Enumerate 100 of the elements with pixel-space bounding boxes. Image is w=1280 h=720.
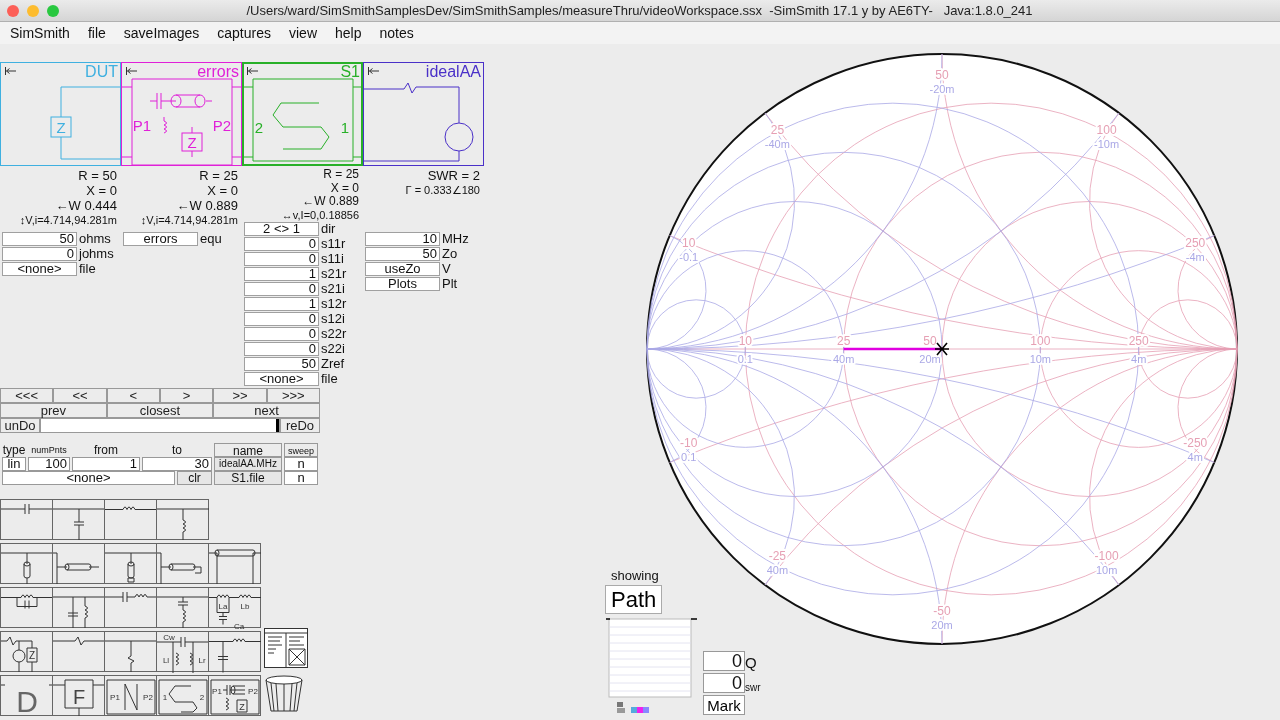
q-field[interactable]: 0: [703, 651, 745, 671]
palette-tile[interactable]: Cw Ll Lr: [156, 631, 209, 672]
shunt-line-icon: [0, 552, 54, 585]
susceptance-label: -0.1: [679, 251, 699, 264]
type-button[interactable]: lin: [2, 457, 26, 471]
notes-icon[interactable]: [264, 628, 308, 668]
palette-tile[interactable]: [156, 587, 209, 628]
palette-tile[interactable]: [52, 499, 105, 540]
trash-icon[interactable]: [264, 674, 304, 714]
susceptance-label: 4m: [1187, 450, 1203, 463]
choice-button[interactable]: <none>: [2, 262, 77, 276]
series-capacitor-icon: [0, 503, 54, 515]
step-button[interactable]: >: [160, 388, 214, 403]
unit-label: Q: [745, 654, 757, 671]
component-label: Ll: [162, 655, 170, 665]
value-field[interactable]: 0: [244, 342, 319, 356]
palette-tile[interactable]: [208, 543, 261, 584]
menu-item[interactable]: SimSmith: [1, 25, 79, 41]
choice-button[interactable]: errors: [123, 232, 198, 246]
menu-item[interactable]: saveImages: [114, 25, 209, 41]
history-slider[interactable]: [40, 418, 280, 433]
step-button[interactable]: <: [106, 388, 160, 403]
palette-tile[interactable]: [208, 631, 261, 672]
choice-button[interactable]: <none>: [244, 372, 319, 386]
choice-button[interactable]: Plots: [365, 277, 440, 291]
conductance-label: 20m: [919, 353, 941, 365]
conductance-label: 10m: [1029, 353, 1052, 365]
sweep-flag-cell[interactable]: n: [284, 471, 318, 485]
value-field[interactable]: 50: [244, 357, 319, 371]
choice-button[interactable]: 2 <> 1: [244, 222, 319, 236]
value-field[interactable]: 1: [244, 297, 319, 311]
arrow-to-bar-icon[interactable]: [126, 67, 137, 75]
arrow-to-bar-icon[interactable]: [247, 67, 258, 75]
palette-tile[interactable]: [104, 631, 157, 672]
to-field[interactable]: 30: [142, 457, 212, 471]
points-field[interactable]: 100: [28, 457, 70, 471]
column-header: type: [2, 443, 26, 457]
history-thumb[interactable]: [276, 419, 279, 432]
palette-tile[interactable]: [0, 587, 53, 628]
unit-label: s12i: [320, 312, 345, 326]
value-field[interactable]: 0: [244, 237, 319, 251]
swr-field[interactable]: 0: [703, 673, 745, 693]
sweep-name-cell: idealAA.MHz: [214, 457, 282, 471]
menu-item[interactable]: file: [78, 25, 115, 41]
palette-tile[interactable]: [52, 543, 105, 584]
choice-button[interactable]: useZo: [365, 262, 440, 276]
palette-tile[interactable]: [104, 499, 157, 540]
palette-tile[interactable]: [156, 543, 209, 584]
close-icon[interactable]: [7, 4, 19, 17]
value-field[interactable]: 1: [244, 267, 319, 281]
sweep-name-cell: S1.file: [214, 471, 282, 485]
step-button[interactable]: <<<: [0, 388, 54, 403]
palette-tile[interactable]: Z: [0, 631, 53, 672]
from-field[interactable]: 1: [72, 457, 140, 471]
jump-button[interactable]: closest: [106, 403, 214, 418]
shunt-lc-icon: [52, 596, 106, 629]
palette-tile[interactable]: [0, 499, 53, 540]
step-button[interactable]: >>>: [266, 388, 320, 403]
menu-item[interactable]: help: [326, 25, 371, 41]
mark-button[interactable]: Mark: [703, 695, 745, 715]
source-block[interactable]: idealAA: [363, 62, 484, 166]
step-button[interactable]: <<: [53, 388, 107, 403]
redo-button[interactable]: reDo: [280, 418, 320, 433]
value-field[interactable]: 0: [244, 282, 319, 296]
value-field[interactable]: 0: [244, 312, 319, 326]
file-choice[interactable]: <none>: [2, 471, 175, 485]
menu-item[interactable]: view: [280, 25, 326, 41]
sweep-flag-cell[interactable]: n: [284, 457, 318, 471]
palette-tile[interactable]: P1 P2: [104, 675, 157, 716]
value-field[interactable]: 50: [365, 247, 440, 261]
readout: ↔v,I=0,0.18856: [281, 208, 359, 222]
reactance-label: 50: [935, 67, 949, 82]
arrow-to-bar-icon[interactable]: [5, 67, 16, 75]
arrow-to-bar-icon[interactable]: [368, 67, 379, 75]
value-field[interactable]: 0: [2, 247, 77, 261]
palette-tile[interactable]: [104, 543, 157, 584]
palette-tile[interactable]: [52, 631, 105, 672]
value-field[interactable]: 10: [365, 232, 440, 246]
palette-tile[interactable]: F: [52, 675, 105, 716]
menu-item[interactable]: captures: [208, 25, 280, 41]
palette-tile[interactable]: [104, 587, 157, 628]
value-field[interactable]: 50: [2, 232, 77, 246]
readout: X = 0: [207, 183, 238, 198]
menu-item[interactable]: notes: [370, 25, 423, 41]
value-field[interactable]: 0: [244, 252, 319, 266]
reactance-label: -250: [1183, 435, 1208, 450]
palette-tile[interactable]: [0, 543, 53, 584]
step-button[interactable]: >>: [213, 388, 267, 403]
jump-button[interactable]: prev: [0, 403, 107, 418]
palette-tile[interactable]: [52, 587, 105, 628]
palette-tile[interactable]: D: [0, 675, 53, 716]
palette-tile[interactable]: [156, 499, 209, 540]
palette-tile[interactable]: P1 P2 Z: [208, 675, 261, 716]
value-field[interactable]: 0: [244, 327, 319, 341]
palette-tile[interactable]: 1 2: [156, 675, 209, 716]
reactance-label: -10: [680, 435, 698, 450]
mode-button[interactable]: Path: [605, 585, 663, 614]
undo-button[interactable]: unDo: [0, 418, 40, 433]
jump-button[interactable]: next: [213, 403, 320, 418]
clear-button[interactable]: clr: [177, 471, 212, 485]
